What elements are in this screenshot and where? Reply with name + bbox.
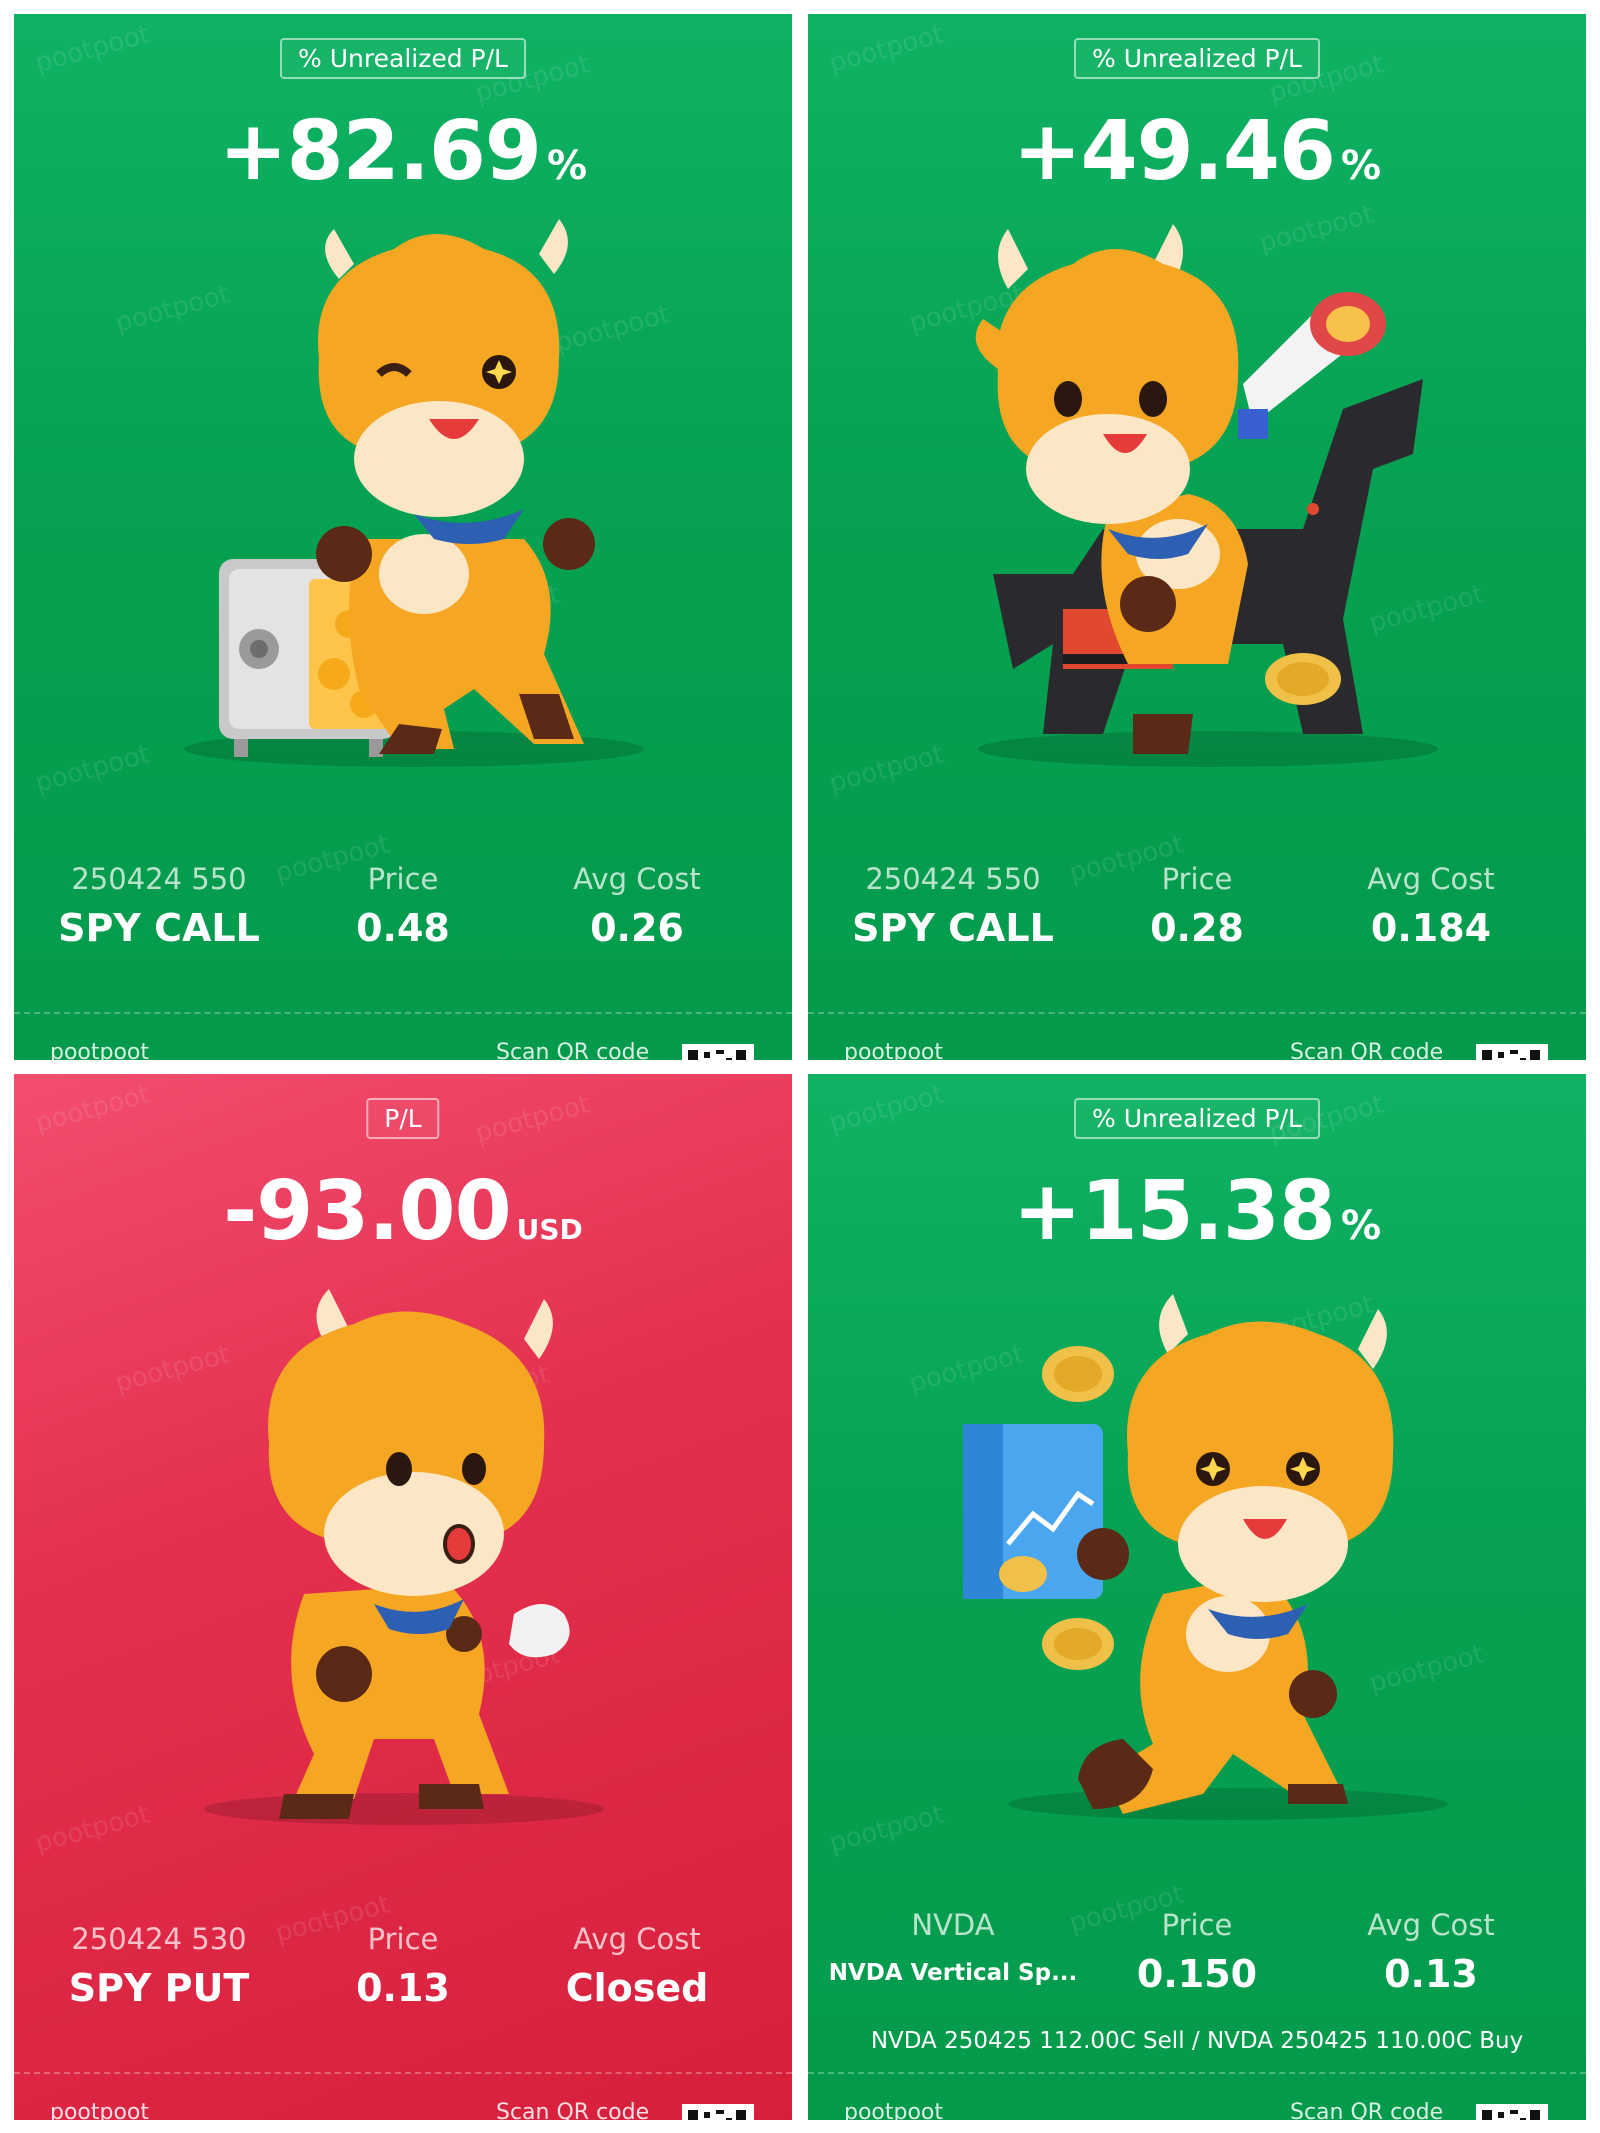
avg-cost-label: Avg Cost: [573, 1922, 701, 1956]
avg-cost-label: Avg Cost: [1367, 862, 1495, 896]
avg-cost-column: Avg Cost Closed: [507, 1922, 767, 2010]
bull-mascot-safe-illustration: [184, 219, 644, 767]
bull-mascot-horse-illustration: [975, 224, 1438, 767]
avg-cost-label: Avg Cost: [573, 862, 701, 896]
price-label: Price: [367, 862, 439, 896]
price-column: Price 0.13: [273, 1922, 533, 2010]
price-value: 0.150: [1136, 1952, 1258, 1996]
contract-name: NVDA Vertical Sp...: [828, 1960, 1078, 1986]
price-value: 0.13: [356, 1966, 450, 2010]
contract-label: 250424 530: [71, 1922, 247, 1956]
price-label: Price: [367, 1922, 439, 1956]
pnl-card-4: pootpoot pootpoot pootpoot pootpoot poot…: [808, 1074, 1586, 2120]
price-column: Price 0.28: [1067, 862, 1327, 950]
price-label: Price: [1161, 862, 1233, 896]
bull-mascot-sigh-illustration: [204, 1289, 604, 1825]
pnl-card-3: pootpoot pootpoot pootpoot pootpoot poot…: [14, 1074, 792, 2120]
spread-legs: NVDA 250425 112.00C Sell / NVDA 250425 1…: [870, 2028, 1524, 2054]
price-column: Price 0.48: [273, 862, 533, 950]
qr-code-icon: [682, 2104, 754, 2120]
qr-code-icon: [1476, 1044, 1548, 1060]
contract-label: NVDA: [911, 1908, 995, 1942]
contract-column: 250424 550 SPY CALL: [29, 862, 289, 950]
footer-divider: [808, 1012, 1586, 1014]
contract-column: 250424 550 SPY CALL: [823, 862, 1083, 950]
footer-divider: [808, 2072, 1586, 2074]
contract-name: SPY PUT: [68, 1966, 250, 2010]
pnl-card-2: pootpoot pootpoot pootpoot pootpoot poot…: [808, 14, 1586, 1060]
footer-scan-text: Scan QR code: [1290, 1040, 1444, 1060]
contract-label: 250424 550: [71, 862, 247, 896]
avg-cost-column: Avg Cost 0.13: [1301, 1908, 1561, 1996]
qr-code-icon: [682, 1044, 754, 1060]
pnl-card-1: pootpoot pootpoot pootpoot pootpoot poot…: [14, 14, 792, 1060]
contract-column: NVDA NVDA Vertical Sp...: [823, 1908, 1083, 1986]
price-label: Price: [1161, 1908, 1233, 1942]
footer-scan-text: Scan QR code: [496, 1040, 650, 1060]
avg-cost-column: Avg Cost 0.184: [1301, 862, 1561, 950]
contract-name: SPY CALL: [58, 906, 260, 950]
footer-divider: [14, 1012, 792, 1014]
position-stats: 250424 550 SPY CALL Price 0.28 Avg Cost …: [808, 862, 1586, 982]
avg-cost-column: Avg Cost 0.26: [507, 862, 767, 950]
bull-mascot-chart-illustration: [963, 1294, 1448, 1820]
contract-name: SPY CALL: [852, 906, 1054, 950]
qr-code-icon: [1476, 2104, 1548, 2120]
avg-cost-value: Closed: [565, 1966, 709, 2010]
avg-cost-label: Avg Cost: [1367, 1908, 1495, 1942]
avg-cost-value: 0.184: [1370, 906, 1492, 950]
avg-cost-value: 0.26: [590, 906, 684, 950]
footer-brand: pootpoot: [844, 2100, 944, 2120]
price-value: 0.28: [1150, 906, 1244, 950]
footer-scan-text: Scan QR code: [496, 2100, 650, 2120]
footer-brand: pootpoot: [50, 2100, 150, 2120]
footer-divider: [14, 2072, 792, 2074]
position-stats: NVDA NVDA Vertical Sp... Price 0.150 Avg…: [808, 1908, 1586, 2028]
contract-label: 250424 550: [865, 862, 1041, 896]
position-stats: 250424 550 SPY CALL Price 0.48 Avg Cost …: [14, 862, 792, 982]
avg-cost-value: 0.13: [1384, 1952, 1478, 1996]
contract-column: 250424 530 SPY PUT: [29, 1922, 289, 2010]
footer-brand: pootpoot: [844, 1040, 944, 1060]
price-value: 0.48: [356, 906, 450, 950]
footer-brand: pootpoot: [50, 1040, 150, 1060]
footer-scan-text: Scan QR code: [1290, 2100, 1444, 2120]
price-column: Price 0.150: [1067, 1908, 1327, 1996]
position-stats: 250424 530 SPY PUT Price 0.13 Avg Cost C…: [14, 1922, 792, 2042]
